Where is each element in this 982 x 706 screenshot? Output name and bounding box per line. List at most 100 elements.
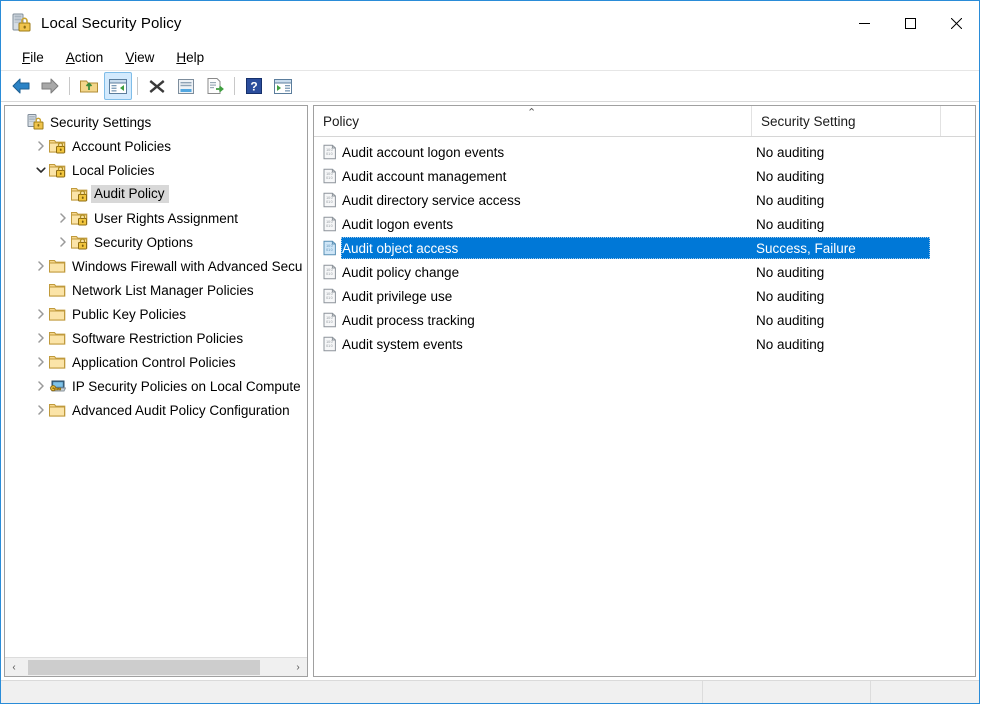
export-list-button[interactable] [201, 72, 229, 100]
folder-icon [48, 282, 66, 298]
folder-icon [48, 330, 66, 346]
security-settings-tree[interactable]: Security Settings Account Policies Local P… [5, 106, 307, 657]
toolbar-separator [69, 77, 70, 95]
chevron-down-icon[interactable] [33, 158, 49, 182]
column-header-security-setting[interactable]: Security Setting [751, 106, 940, 136]
svg-text:0: 0 [331, 200, 333, 204]
security-setting-cell: No auditing [756, 336, 825, 352]
folder-icon [48, 402, 66, 418]
policy-doc-icon: 10 01 0 0 [322, 336, 338, 352]
console-tree-pane: Security Settings Account Policies Local P… [4, 105, 308, 677]
scroll-right-button[interactable]: › [289, 659, 307, 676]
tree-item-software-restriction-policies[interactable]: Software Restriction Policies [5, 326, 307, 350]
table-row[interactable]: 10 01 0 0 Audit policy change No auditing [314, 260, 975, 284]
maximize-button[interactable] [887, 1, 933, 45]
chevron-right-icon[interactable] [55, 206, 71, 230]
tree-item-advanced-audit-policy-configuration[interactable]: Advanced Audit Policy Configuration [5, 398, 307, 422]
menu-file[interactable]: File [11, 48, 55, 68]
tree-item-account-policies[interactable]: Account Policies [5, 134, 307, 158]
security-setting-cell: No auditing [756, 288, 825, 304]
tree-horizontal-scrollbar[interactable]: ‹ › [5, 657, 307, 676]
svg-text:01: 01 [326, 320, 330, 324]
menu-help[interactable]: Help [165, 48, 215, 68]
policy-name-cell: Audit logon events [342, 216, 454, 232]
chevron-right-icon[interactable] [33, 350, 49, 374]
column-header-policy[interactable]: Policy ⌃ [314, 106, 751, 136]
chevron-right-icon[interactable] [33, 134, 49, 158]
tree-item-ip-security-policies-on-local-compute[interactable]: IP Security Policies on Local Compute [5, 374, 307, 398]
tree-item-security-options[interactable]: Security Options [5, 230, 307, 254]
chevron-right-icon[interactable] [33, 398, 49, 422]
tree-item-label: Local Policies [72, 162, 155, 178]
scroll-thumb[interactable] [28, 659, 260, 675]
policy-name-cell: Audit policy change [342, 264, 460, 280]
svg-text:01: 01 [326, 152, 330, 156]
policy-list[interactable]: 10 01 0 0 Audit account logon events No audit… [314, 137, 975, 676]
folder-icon [48, 258, 66, 274]
chevron-right-icon[interactable] [33, 302, 49, 326]
toolbar-separator [137, 77, 138, 95]
window-title: Local Security Policy [41, 14, 182, 32]
chevron-right-icon[interactable] [33, 254, 49, 278]
svg-text:0: 0 [331, 296, 333, 300]
tree-item-audit-policy[interactable]: Audit Policy [5, 182, 307, 206]
tree-item-user-rights-assignment[interactable]: User Rights Assignment [5, 206, 307, 230]
svg-text:?: ? [250, 80, 257, 94]
column-header-filler[interactable] [940, 106, 975, 136]
table-row[interactable]: 10 01 0 0 Audit account logon events No audit… [314, 140, 975, 164]
table-row[interactable]: 10 01 0 0 Audit system events No auditing [314, 332, 975, 356]
tree-item-public-key-policies[interactable]: Public Key Policies [5, 302, 307, 326]
tree-item-local-policies[interactable]: Local Policies [5, 158, 307, 182]
folder-icon [48, 306, 66, 322]
tree-item-label: User Rights Assignment [94, 210, 239, 226]
tree-item-security-settings[interactable]: Security Settings [5, 110, 307, 134]
back-button[interactable] [7, 72, 35, 100]
policy-name-cell: Audit object access [342, 240, 459, 256]
svg-text:01: 01 [326, 296, 330, 300]
close-button[interactable] [933, 1, 979, 45]
row-highlight: Audit account management No auditing [341, 165, 930, 187]
column-header-policy-label: Policy [323, 113, 360, 129]
policy-name-cell: Audit privilege use [342, 288, 453, 304]
tree-item-windows-firewall-with-advanced-secu[interactable]: Windows Firewall with Advanced Secu [5, 254, 307, 278]
table-row[interactable]: 10 01 0 0 Audit privilege use No auditing [314, 284, 975, 308]
chevron-right-icon[interactable] [33, 374, 49, 398]
table-row[interactable]: 10 01 0 0 Audit object access Success, Failur… [314, 236, 975, 260]
scroll-left-button[interactable]: ‹ [5, 659, 23, 676]
scroll-track[interactable] [23, 659, 289, 676]
chevron-right-icon[interactable] [33, 326, 49, 350]
chevron-right-icon[interactable] [55, 230, 71, 254]
tree-item-network-list-manager-policies[interactable]: Network List Manager Policies [5, 278, 307, 302]
policy-doc-icon: 10 01 0 0 [322, 312, 338, 328]
table-row[interactable]: 10 01 0 0 Audit directory service access No a… [314, 188, 975, 212]
folder-icon [48, 354, 66, 370]
forward-button[interactable] [36, 72, 64, 100]
menu-bar: File Action View Help [1, 45, 979, 71]
tree-item-application-control-policies[interactable]: Application Control Policies [5, 350, 307, 374]
minimize-button[interactable] [841, 1, 887, 45]
svg-text:0: 0 [331, 272, 333, 276]
table-row[interactable]: 10 01 0 0 Audit logon events No auditing [314, 212, 975, 236]
menu-view[interactable]: View [114, 48, 165, 68]
show-action-pane-button[interactable] [269, 72, 297, 100]
row-highlight: Audit object access Success, Failure [341, 237, 930, 259]
menu-action[interactable]: Action [55, 48, 115, 68]
help-question-button[interactable]: ? [240, 72, 268, 100]
policy-doc-icon: 10 01 0 0 [322, 288, 338, 304]
tree-item-label: Windows Firewall with Advanced Secu [72, 258, 303, 274]
svg-text:01: 01 [326, 248, 330, 252]
folder-lock-icon [70, 210, 88, 226]
properties-button[interactable] [172, 72, 200, 100]
table-row[interactable]: 10 01 0 0 Audit account management No auditin… [314, 164, 975, 188]
security-setting-cell: No auditing [756, 192, 825, 208]
policy-name-cell: Audit account logon events [342, 144, 505, 160]
policy-name-cell: Audit system events [342, 336, 463, 352]
security-setting-cell: No auditing [756, 312, 825, 328]
table-row[interactable]: 10 01 0 0 Audit process tracking No auditing [314, 308, 975, 332]
show-hide-tree-button[interactable] [104, 72, 132, 100]
status-segment-1 [1, 681, 703, 703]
list-header: Policy ⌃ Security Setting [314, 106, 975, 137]
up-one-level-button[interactable] [75, 72, 103, 100]
delete-button[interactable] [143, 72, 171, 100]
